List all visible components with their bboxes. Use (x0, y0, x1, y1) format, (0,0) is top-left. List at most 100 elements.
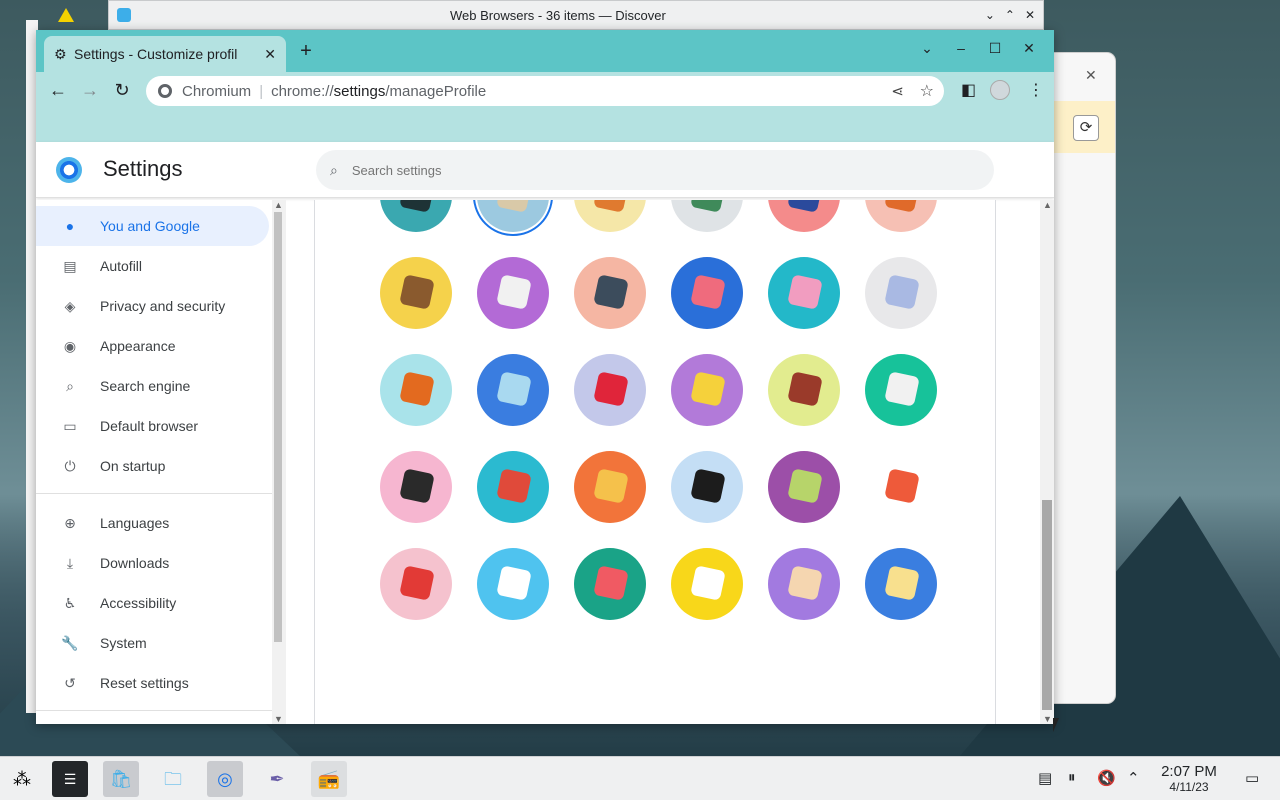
discover-maximize-button[interactable]: ⌃ (1005, 8, 1015, 22)
clock[interactable]: 2:07 PM 4/11/23 (1150, 763, 1228, 794)
volume-muted-icon[interactable]: 🔇 (1097, 769, 1116, 787)
new-tab-button[interactable]: + (296, 40, 316, 63)
avatar-origami-butterfly[interactable] (671, 257, 743, 329)
show-desktop-icon[interactable]: ▭ (1245, 769, 1259, 787)
avatar-red-bird[interactable] (574, 354, 646, 426)
avatar-sushi[interactable] (477, 451, 549, 523)
avatar-onigiri-art (690, 565, 726, 601)
sidebar-divider (36, 493, 272, 494)
avatar-cool-glasses[interactable] (380, 451, 452, 523)
share-icon[interactable]: ⋖ (891, 82, 904, 100)
avatar-origami-penguin[interactable] (574, 257, 646, 329)
side-panel-icon[interactable]: ◧ (961, 80, 976, 100)
address-bar[interactable]: Chromium | chrome://settings/manageProfi… (146, 76, 944, 106)
sidebar-item-accessibility[interactable]: ♿ Accessibility (36, 583, 269, 623)
file-manager-icon[interactable]: 🗀 (155, 761, 191, 797)
media-pause-icon[interactable]: ⏸ (1068, 769, 1076, 786)
krita-app-icon[interactable]: ✒ (259, 761, 295, 797)
scroll-up-arrow-icon[interactable]: ▲ (1043, 200, 1052, 210)
sidebar-item-label: Privacy and security (100, 298, 226, 314)
discover-minimize-button[interactable]: ⌄ (985, 8, 995, 22)
close-button[interactable]: ✕ (1012, 40, 1046, 57)
sidebar-item-appearance[interactable]: ◉ Appearance (36, 326, 269, 366)
avatar-sandwich[interactable] (865, 548, 937, 620)
discover-window-titlebar[interactable]: Web Browsers - 36 items — Discover ⌄ ⌃ ✕ (108, 0, 1044, 30)
sidebar-item-languages[interactable]: ⊕ Languages (36, 503, 269, 543)
avatar-bike[interactable] (477, 354, 549, 426)
forward-arrow-icon[interactable]: → (76, 80, 104, 101)
sidebar-item-default-browser[interactable]: ▭ Default browser (36, 406, 269, 446)
app-launcher-icon[interactable]: ⁂ (4, 761, 40, 797)
discover-app-icon[interactable]: 🛍 (103, 761, 139, 797)
chromium-app-icon[interactable]: ◎ (207, 761, 243, 797)
profile-avatar[interactable] (990, 80, 1010, 100)
system-settings-icon[interactable]: ☰ (52, 761, 88, 797)
avatar-origami-dragon-art (690, 200, 726, 213)
scroll-down-arrow-icon[interactable]: ▼ (274, 714, 283, 724)
sidebar-item-label: Languages (100, 515, 170, 531)
back-arrow-icon[interactable]: ← (44, 80, 72, 101)
settings-search-box[interactable]: ⌕ (316, 150, 994, 190)
tab-close-button[interactable]: ✕ (264, 46, 276, 63)
bookmark-star-icon[interactable]: ☆ (920, 81, 934, 101)
avatar-origami-fox[interactable] (574, 200, 646, 232)
avatar-origami-fox-2[interactable] (865, 200, 937, 232)
minimize-button[interactable]: – (944, 40, 978, 57)
site-info-icon[interactable] (158, 84, 172, 98)
avatar-ice-cream[interactable] (380, 548, 452, 620)
avatar-origami-dragon[interactable] (671, 200, 743, 232)
scroll-up-arrow-icon[interactable]: ▲ (274, 200, 283, 210)
avatar-origami-cat[interactable] (477, 200, 549, 232)
avatar-ice-cubes[interactable] (477, 548, 549, 620)
avatar-origami-rabbit[interactable] (768, 257, 840, 329)
clipboard-tray-icon[interactable]: ▤ (1038, 769, 1052, 787)
avatar-onigiri[interactable] (671, 548, 743, 620)
sidebar-scroll-thumb[interactable] (274, 212, 282, 642)
sidebar-item-search-engine[interactable]: ⌕ Search engine (36, 366, 269, 406)
radio-app-icon[interactable]: 📻 (311, 761, 347, 797)
avatar-vinyl[interactable] (671, 451, 743, 523)
sidebar-item-on-startup[interactable]: ⏻ On startup (36, 446, 269, 486)
discover-close-button[interactable]: ✕ (1025, 8, 1035, 22)
search-input[interactable] (351, 162, 952, 178)
avatar-watermelon[interactable] (574, 548, 646, 620)
tray-expand-icon[interactable]: ⌃ (1127, 769, 1140, 787)
sidebar-item-downloads[interactable]: ⤓ Downloads (36, 543, 269, 583)
avatar-tamagotchi-art (593, 468, 629, 504)
avatar-cheese[interactable] (671, 354, 743, 426)
reload-icon[interactable]: ↻ (108, 80, 136, 101)
sidebar-scrollbar[interactable]: ▲ ▼ (272, 200, 286, 724)
avatar-origami-panda[interactable] (477, 257, 549, 329)
avatar-football[interactable] (768, 354, 840, 426)
avatar-avocado[interactable] (768, 451, 840, 523)
avatar-sandwich-art (884, 565, 920, 601)
tab-settings[interactable]: ⚙ Settings - Customize profil ✕ (44, 36, 286, 72)
avatar-origami-unicorn[interactable] (865, 257, 937, 329)
avatar-burger[interactable] (865, 354, 937, 426)
background-window[interactable]: ✕ ⟳ (1045, 53, 1115, 703)
avatar-basketball[interactable] (380, 354, 452, 426)
avatar-origami-elephant[interactable] (768, 200, 840, 232)
avatar-origami-penguin-art (593, 274, 629, 310)
avatar-smile[interactable] (865, 451, 937, 523)
sidebar-item-you-and-google[interactable]: ● You and Google (36, 206, 269, 246)
scroll-down-arrow-icon[interactable]: ▼ (1043, 714, 1052, 724)
sidebar-item-autofill[interactable]: ▤ Autofill (36, 246, 269, 286)
background-window-close-icon[interactable]: ✕ (1085, 67, 1097, 84)
refresh-icon[interactable]: ⟳ (1073, 115, 1099, 141)
clipboard-icon: ▤ (63, 257, 77, 274)
sidebar-item-label: Accessibility (100, 595, 177, 611)
sidebar-item-privacy[interactable]: ◈ Privacy and security (36, 286, 269, 326)
avatar-origami-monkey[interactable] (380, 257, 452, 329)
sidebar-item-reset[interactable]: ↺ Reset settings (36, 663, 269, 703)
maximize-button[interactable]: ☐ (978, 40, 1012, 57)
menu-kebab-icon[interactable]: ⋮ (1028, 80, 1044, 100)
tab-search-button[interactable]: ⌄ (910, 40, 944, 57)
sidebar-item-system[interactable]: 🔧 System (36, 623, 269, 663)
main-scroll-thumb[interactable] (1042, 500, 1052, 710)
settings-header: Settings ⌕ (36, 142, 1054, 198)
avatar-tamagotchi[interactable] (574, 451, 646, 523)
main-scrollbar[interactable]: ▲ ▼ (1040, 200, 1054, 724)
avatar-pizza[interactable] (768, 548, 840, 620)
avatar-generic-person[interactable] (380, 200, 452, 232)
